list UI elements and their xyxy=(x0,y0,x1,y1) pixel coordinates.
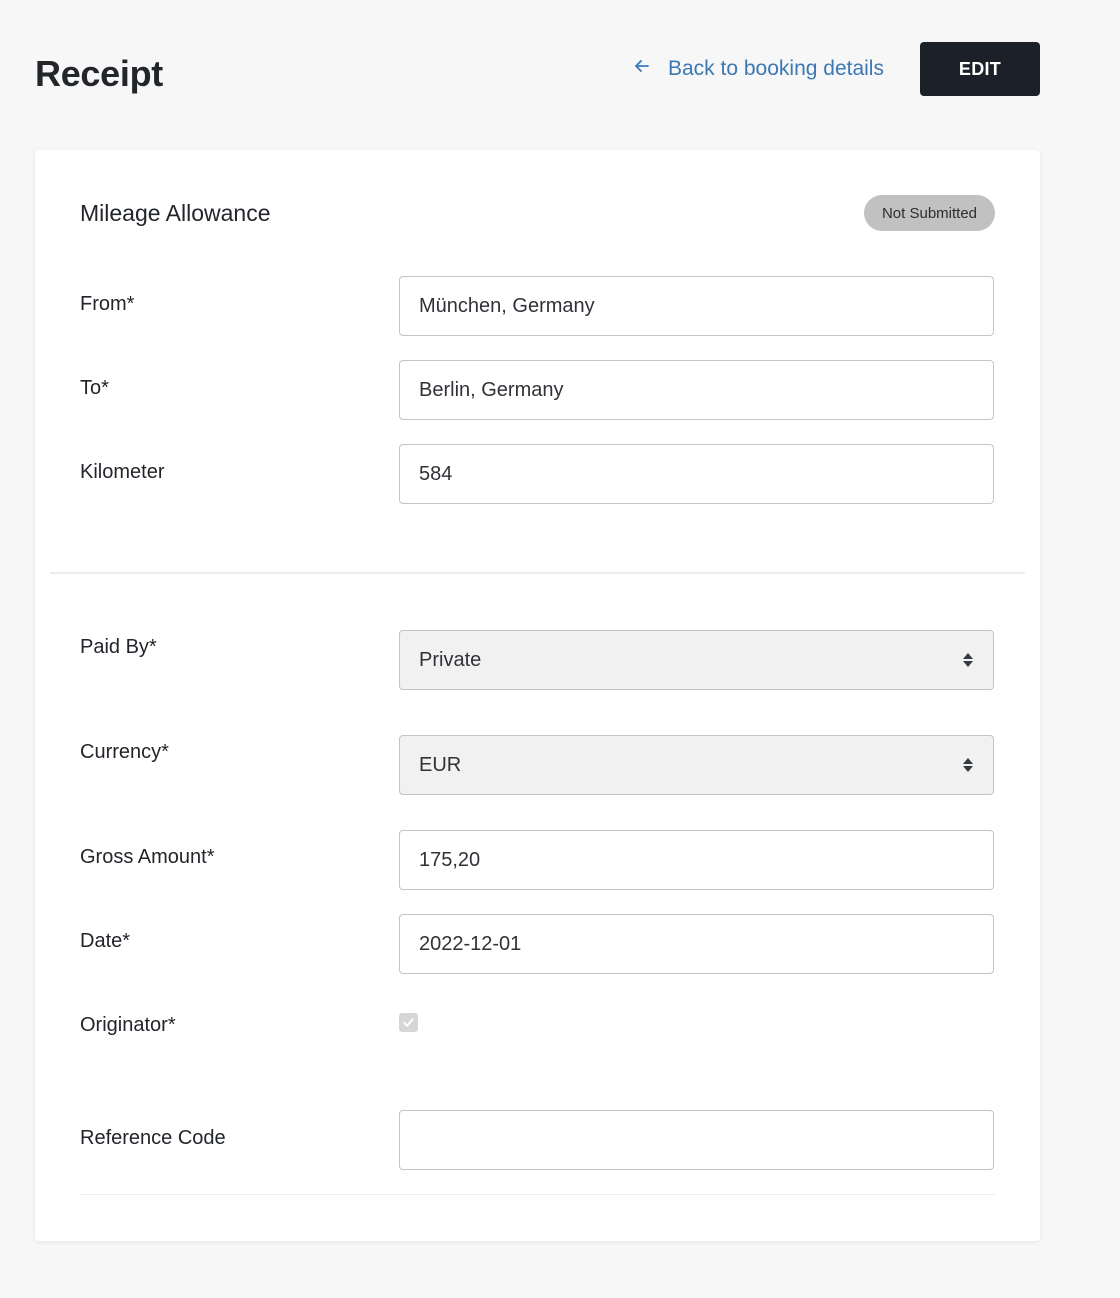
reference-code-label: Reference Code xyxy=(80,1127,226,1149)
currency-label: Currency* xyxy=(80,741,169,763)
from-field[interactable]: München, Germany xyxy=(399,276,994,336)
to-field[interactable]: Berlin, Germany xyxy=(399,360,994,420)
paid-by-select[interactable]: Private xyxy=(399,630,994,690)
from-value: München, Germany xyxy=(419,294,595,317)
kilometer-label: Kilometer xyxy=(80,461,165,483)
originator-label: Originator* xyxy=(80,1014,176,1036)
from-label: From* xyxy=(80,293,135,315)
currency-value: EUR xyxy=(419,753,462,776)
to-label: To* xyxy=(80,377,109,399)
to-value: Berlin, Germany xyxy=(419,378,564,401)
date-field[interactable]: 2022-12-01 xyxy=(399,914,994,974)
arrow-left-icon xyxy=(632,56,652,82)
gross-amount-label: Gross Amount* xyxy=(80,846,215,868)
paid-by-value: Private xyxy=(419,648,482,671)
status-badge: Not Submitted xyxy=(864,195,995,231)
kilometer-value: 584 xyxy=(419,462,453,485)
select-arrows-icon xyxy=(962,652,974,668)
date-value: 2022-12-01 xyxy=(419,932,522,955)
date-label: Date* xyxy=(80,930,131,952)
card-title: Mileage Allowance xyxy=(80,200,271,226)
back-to-booking-link[interactable]: Back to booking details xyxy=(632,56,884,82)
currency-select[interactable]: EUR xyxy=(399,735,994,795)
checkmark-icon xyxy=(403,1018,414,1027)
bottom-divider xyxy=(80,1194,995,1195)
receipt-card: Mileage Allowance Not Submitted From* Mü… xyxy=(35,150,1040,1241)
receipt-page: Receipt Back to booking details EDIT Mil… xyxy=(0,0,1120,1298)
section-divider xyxy=(50,572,1025,574)
select-arrows-icon xyxy=(962,757,974,773)
kilometer-field[interactable]: 584 xyxy=(399,444,994,504)
edit-button[interactable]: EDIT xyxy=(920,42,1040,96)
back-link-label: Back to booking details xyxy=(668,57,884,80)
gross-amount-value: 175,20 xyxy=(419,848,481,871)
reference-code-field[interactable] xyxy=(399,1110,994,1170)
page-title: Receipt xyxy=(35,53,163,94)
paid-by-label: Paid By* xyxy=(80,636,157,658)
gross-amount-field[interactable]: 175,20 xyxy=(399,830,994,890)
originator-checkbox[interactable] xyxy=(399,1013,418,1032)
